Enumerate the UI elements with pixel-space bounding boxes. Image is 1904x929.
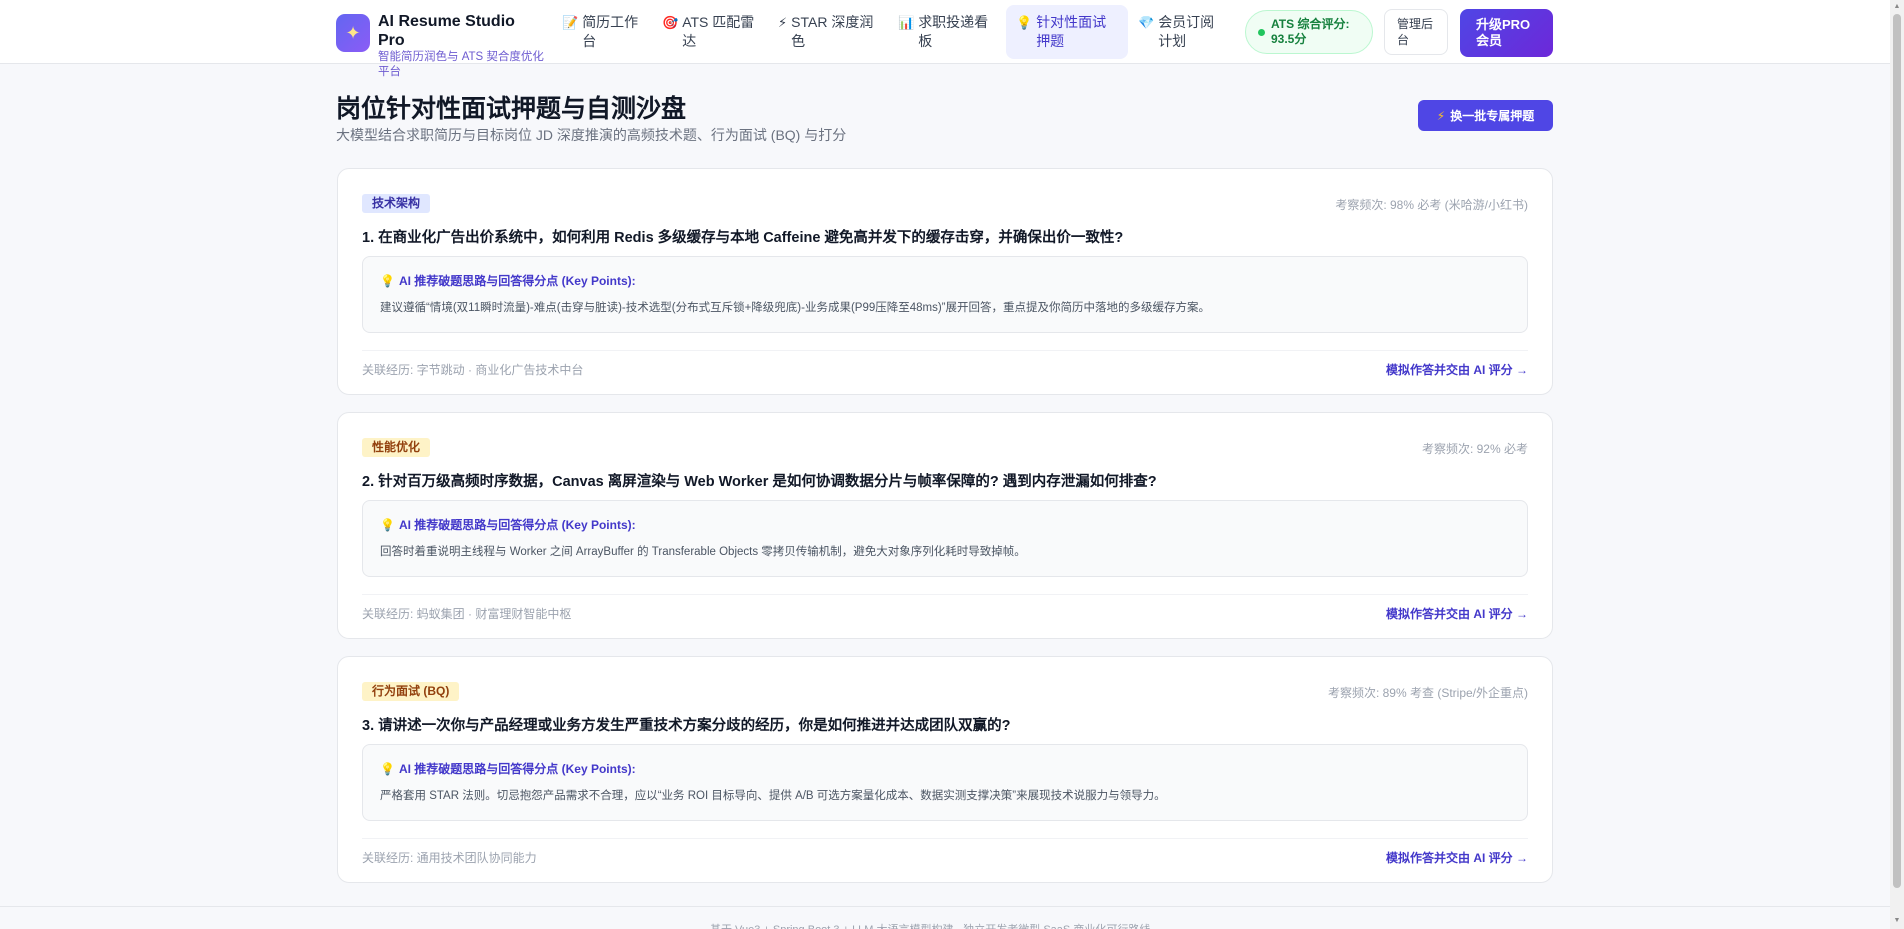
divider <box>362 594 1528 595</box>
key-points-label: AI 推荐破题思路与回答得分点 (Key Points): <box>398 518 636 532</box>
key-points-box: 💡 AI 推荐破题思路与回答得分点 (Key Points): 严格套用 STAR… <box>362 744 1528 821</box>
nav-item-label: 简历工作台 <box>582 14 639 49</box>
gem-icon: 💎 <box>1138 15 1155 30</box>
frequency-text: 考察频次: 98% 必考 (米哈游/小红书) <box>1335 198 1528 212</box>
category-tag: 技术架构 <box>362 194 431 213</box>
question-title: 2. 针对百万级高频时序数据，Canvas 离屏渲染与 Web Worker 是… <box>362 474 1157 490</box>
question-title: 3. 请讲述一次你与产品经理或业务方发生严重技术方案分歧的经历，你是如何推进并达… <box>362 718 1011 734</box>
category-tag: 性能优化 <box>362 438 431 457</box>
category-tag: 行为面试 (BQ) <box>362 682 460 701</box>
memo-icon: 📝 <box>562 15 579 30</box>
key-points-text: 严格套用 STAR 法则。切忌抱怨产品需求不合理，应以“业务 ROI 目标导向、… <box>380 790 1166 802</box>
key-points-label: AI 推荐破题思路与回答得分点 (Key Points): <box>398 762 636 776</box>
key-points-heading: 💡 AI 推荐破题思路与回答得分点 (Key Points): <box>380 516 636 533</box>
key-points-box: 💡 AI 推荐破题思路与回答得分点 (Key Points): 建议遵循“情境(双… <box>362 256 1528 333</box>
ats-score-badge: ATS 综合评分: 93.5分 <box>1245 10 1373 54</box>
lightbulb-icon: 💡 <box>380 762 395 776</box>
nav-item-membership[interactable]: 💎 会员订阅计划 <box>1128 5 1238 59</box>
lightning-icon: ⚡ <box>778 15 788 30</box>
scroll-up-arrow-icon[interactable]: ▲ <box>1892 2 1902 12</box>
lightning-icon: ⚡ <box>1436 108 1446 123</box>
page-title: 岗位针对性面试押题与自测沙盘 <box>336 95 687 123</box>
frequency-text: 考察频次: 92% 必考 <box>1421 442 1528 456</box>
main-nav: 📝 简历工作台 🎯 ATS 匹配雷达 ⚡ STAR 深度润色 📊 求职投递看板 … <box>552 5 1238 59</box>
key-points-text: 回答时着重说明主线程与 Worker 之间 ArrayBuffer 的 Tran… <box>380 546 1026 558</box>
key-points-box: 💡 AI 推荐破题思路与回答得分点 (Key Points): 回答时着重说明主线… <box>362 500 1528 577</box>
lightbulb-icon: 💡 <box>1016 15 1033 30</box>
nav-item-label: ATS 匹配雷达 <box>682 14 755 49</box>
ats-score-text: ATS 综合评分: 93.5分 <box>1271 17 1350 46</box>
brand-subtitle: 智能简历润色与 ATS 契合度优化平台 <box>378 51 544 78</box>
key-points-label: AI 推荐破题思路与回答得分点 (Key Points): <box>398 274 636 288</box>
lightbulb-icon: 💡 <box>380 518 395 532</box>
related-experience: 关联经历: 蚂蚁集团 · 财富理财智能中枢 <box>362 607 572 621</box>
refresh-button-label: 换一批专属押题 <box>1450 109 1535 123</box>
nav-item-label: 会员订阅计划 <box>1158 14 1215 49</box>
bar-chart-icon: 📊 <box>898 15 915 30</box>
key-points-heading: 💡 AI 推荐破题思路与回答得分点 (Key Points): <box>380 760 636 777</box>
page-subtitle: 大模型结合求职简历与目标岗位 JD 深度推演的高频技术题、行为面试 (BQ) 与… <box>336 127 847 143</box>
sparkles-icon: ✦ <box>336 14 370 52</box>
scrollbar-thumb[interactable] <box>1893 14 1901 888</box>
scroll-down-arrow-icon[interactable]: ▼ <box>1892 916 1902 926</box>
nav-item-ats-radar[interactable]: 🎯 ATS 匹配雷达 <box>652 5 768 59</box>
mock-answer-link[interactable]: 模拟作答并交由 AI 评分 → <box>1386 849 1528 866</box>
mock-answer-link[interactable]: 模拟作答并交由 AI 评分 → <box>1386 605 1528 622</box>
refresh-questions-button[interactable]: ⚡ 换一批专属押题 <box>1418 100 1553 131</box>
divider <box>362 350 1528 351</box>
vertical-scrollbar[interactable]: ▲ ▼ <box>1890 0 1904 929</box>
question-card: 行为面试 (BQ) 考察频次: 89% 考查 (Stripe/外企重点) 3. … <box>337 656 1553 883</box>
frequency-text: 考察频次: 89% 考查 (Stripe/外企重点) <box>1327 686 1528 700</box>
question-card: 性能优化 考察频次: 92% 必考 2. 针对百万级高频时序数据，Canvas … <box>337 412 1553 639</box>
question-card: 技术架构 考察频次: 98% 必考 (米哈游/小红书) 1. 在商业化广告出价系… <box>337 168 1553 395</box>
question-title: 1. 在商业化广告出价系统中，如何利用 Redis 多级缓存与本地 Caffei… <box>362 230 1124 246</box>
key-points-text: 建议遵循“情境(双11瞬时流量)-难点(击穿与脏读)-技术选型(分布式互斥锁+降… <box>380 302 1211 314</box>
footer: 基于 Vue3 + Spring Boot 3 + LLM 大语言模型构建 · … <box>0 906 1890 929</box>
nav-item-resume-workbench[interactable]: 📝 简历工作台 <box>552 5 652 59</box>
footer-text: 基于 Vue3 + Spring Boot 3 + LLM 大语言模型构建 · … <box>710 921 1150 929</box>
related-experience: 关联经历: 通用技术团队协同能力 <box>362 851 537 865</box>
key-points-heading: 💡 AI 推荐破题思路与回答得分点 (Key Points): <box>380 272 636 289</box>
divider <box>362 838 1528 839</box>
brand[interactable]: ✦ AI Resume Studio Pro 智能简历润色与 ATS 契合度优化… <box>336 12 546 80</box>
brand-title: AI Resume Studio Pro <box>378 13 515 49</box>
related-experience: 关联经历: 字节跳动 · 商业化广告技术中台 <box>362 363 584 377</box>
status-dot-icon <box>1258 28 1265 36</box>
nav-item-interview-prep[interactable]: 💡 针对性面试押题 <box>1006 5 1128 59</box>
nav-item-star-polish[interactable]: ⚡ STAR 深度润色 <box>768 5 888 59</box>
admin-button[interactable]: 管理后台 <box>1384 9 1448 55</box>
nav-item-label: 针对性面试押题 <box>1036 14 1107 49</box>
mock-answer-link[interactable]: 模拟作答并交由 AI 评分 → <box>1386 361 1528 378</box>
lightbulb-icon: 💡 <box>380 274 395 288</box>
target-icon: 🎯 <box>662 15 679 30</box>
upgrade-pro-button[interactable]: 升级PRO会员 <box>1460 9 1553 57</box>
nav-item-label: STAR 深度润色 <box>791 14 874 49</box>
nav-item-label: 求职投递看板 <box>918 14 989 49</box>
top-navbar: ✦ AI Resume Studio Pro 智能简历润色与 ATS 契合度优化… <box>0 0 1890 78</box>
nav-item-application-board[interactable]: 📊 求职投递看板 <box>888 5 1006 59</box>
